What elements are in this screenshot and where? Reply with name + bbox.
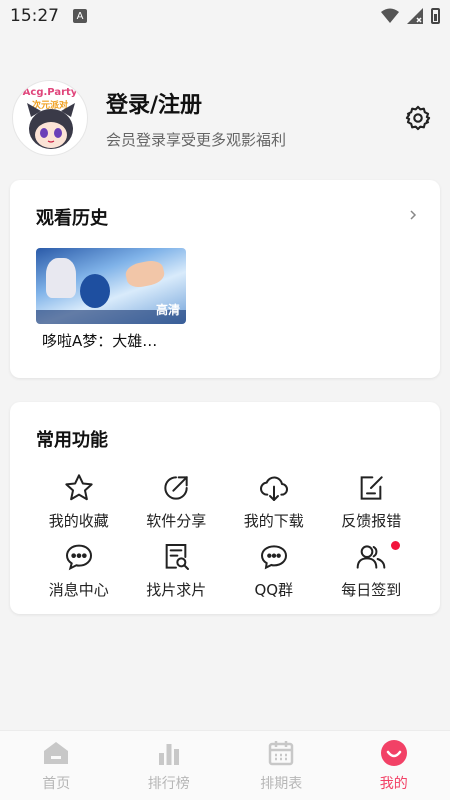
favorites-label: 我的收藏 <box>48 512 109 530</box>
function-grid: 我的收藏 软件分享 我的下载 反馈报错 消息中心 找片求片 QQ群 每日签到 <box>30 472 420 600</box>
history-item-thumbnail[interactable]: 高清 <box>36 248 186 324</box>
tab-schedule[interactable]: 排期表 <box>225 731 338 800</box>
thumbnail-overlay-text: 高清 <box>155 303 180 317</box>
find-movie-label: 找片求片 <box>146 581 207 599</box>
feedback-button[interactable]: 反馈报错 <box>323 472 421 531</box>
tab-mine[interactable]: 我的 <box>338 731 450 800</box>
calendar-icon <box>269 740 294 765</box>
daily-checkin-label: 每日签到 <box>341 581 402 599</box>
share-app-button[interactable]: 软件分享 <box>128 472 226 531</box>
ranking-icon <box>158 743 179 765</box>
chat-bubble-icon <box>65 544 92 571</box>
login-register-link[interactable]: 登录/注册 <box>106 87 286 119</box>
wifi-icon <box>381 8 399 23</box>
profile-smile-icon <box>380 739 407 766</box>
search-document-icon <box>165 544 190 570</box>
feedback-label: 反馈报错 <box>341 512 402 530</box>
watch-history-title: 观看历史 <box>36 208 108 229</box>
favorites-button[interactable]: 我的收藏 <box>30 472 128 531</box>
share-app-label: 软件分享 <box>146 512 207 530</box>
settings-button[interactable] <box>402 102 434 134</box>
home-icon <box>44 741 69 764</box>
member-benefit-text: 会员登录享受更多观影福利 <box>106 130 287 149</box>
bottom-tab-bar: 首页 排行榜 排期表 我的 <box>0 730 450 800</box>
status-bar: 15:27 A <box>0 0 450 32</box>
tab-home[interactable]: 首页 <box>0 731 113 800</box>
find-movie-button[interactable]: 找片求片 <box>128 541 226 600</box>
tab-mine-label: 我的 <box>379 775 408 792</box>
new-badge-dot <box>391 541 400 550</box>
group-chat-icon <box>260 545 287 570</box>
avatar[interactable]: Acg.Party 次元派对 <box>12 80 88 156</box>
people-icon <box>356 545 386 569</box>
tab-home-label: 首页 <box>42 775 71 792</box>
common-functions-title: 常用功能 <box>36 430 108 451</box>
chevron-right-icon[interactable] <box>408 210 418 220</box>
profile-header: Acg.Party 次元派对 登录/注册 会员登录享受更多观影福利 <box>12 78 438 158</box>
daily-checkin-button[interactable]: 每日签到 <box>323 541 421 600</box>
history-item-title[interactable]: 哆啦A梦：大雄… <box>42 330 157 351</box>
qq-group-button[interactable]: QQ群 <box>225 541 323 600</box>
message-center-label: 消息中心 <box>48 581 109 599</box>
watch-history-card: 观看历史 高清 哆啦A梦：大雄… <box>10 180 440 378</box>
battery-icon <box>431 8 440 24</box>
cat-mascot-icon <box>27 103 75 149</box>
signal-icon <box>407 8 423 24</box>
star-icon <box>65 474 93 501</box>
downloads-button[interactable]: 我的下载 <box>225 472 323 531</box>
common-functions-card: 常用功能 我的收藏 软件分享 我的下载 反馈报错 消息中心 找片求片 QQ群 每… <box>10 402 440 614</box>
qq-group-label: QQ群 <box>254 581 294 599</box>
tab-ranking-label: 排行榜 <box>147 775 190 792</box>
share-icon <box>164 476 188 500</box>
downloads-label: 我的下载 <box>243 512 304 530</box>
tab-schedule-label: 排期表 <box>260 775 303 792</box>
message-center-button[interactable]: 消息中心 <box>30 541 128 600</box>
gear-icon <box>405 105 431 131</box>
tab-ranking[interactable]: 排行榜 <box>113 731 226 800</box>
feedback-icon <box>360 476 383 500</box>
cloud-download-icon <box>259 476 288 501</box>
notification-a-icon: A <box>73 9 87 23</box>
status-time: 15:27 <box>10 6 59 26</box>
